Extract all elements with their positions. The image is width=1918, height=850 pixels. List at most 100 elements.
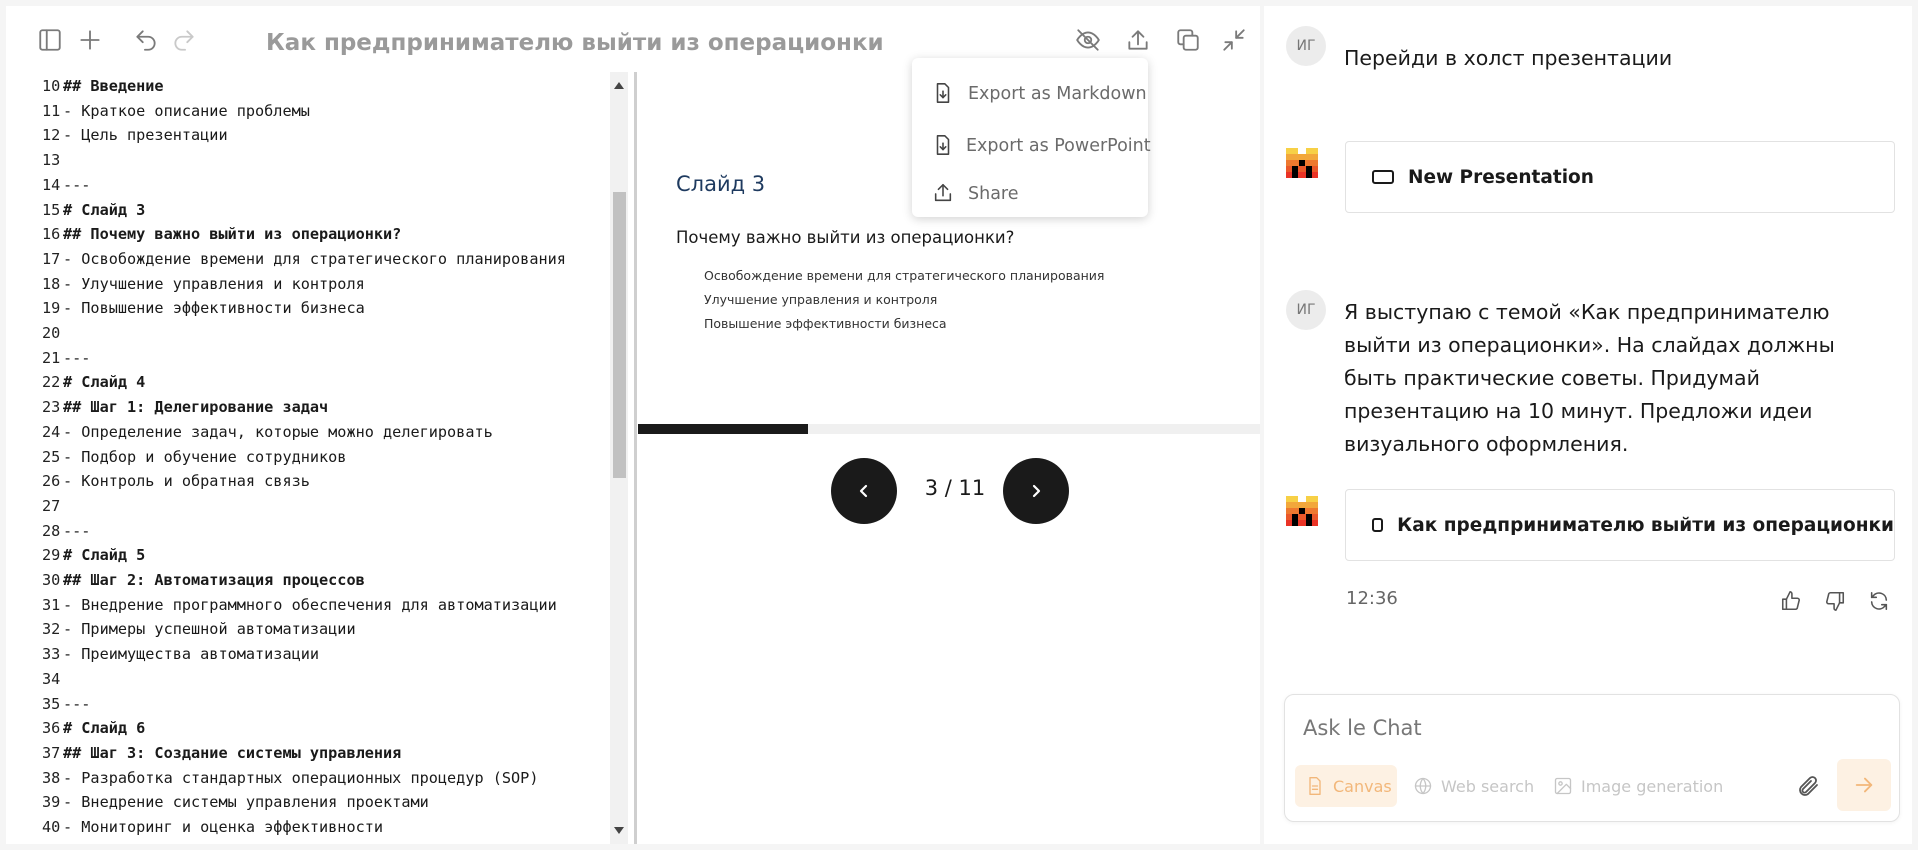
editor-line[interactable]: 14 --- (6, 173, 90, 197)
editor-line[interactable]: 40- Мониторинг и оценка эффективности (6, 815, 383, 839)
globe-icon (1414, 777, 1432, 795)
editor-line[interactable]: 19- Повышение эффективности бизнеса (6, 296, 365, 320)
share-item[interactable]: Share (912, 172, 1148, 216)
editor-scrollbar[interactable] (610, 72, 628, 844)
editor-line[interactable]: 22 # Слайд 4 (6, 370, 145, 394)
canvas-tool-button[interactable]: Canvas (1295, 765, 1397, 807)
line-text: # Слайд 6 (63, 719, 146, 738)
editor-line[interactable]: 25- Подбор и обучение сотрудников (6, 445, 346, 469)
editor-line[interactable]: 13 (6, 148, 63, 172)
canvas-card-presentation[interactable]: Как предпринимателю выйти из операционки (1345, 489, 1895, 561)
editor-line[interactable]: 37 ## Шаг 3: Создание системы управления (6, 741, 401, 765)
line-number: 19 (42, 299, 61, 318)
prev-slide-button[interactable] (831, 458, 897, 524)
copy-icon[interactable] (1172, 24, 1204, 56)
eye-off-icon[interactable] (1072, 24, 1104, 56)
upload-icon[interactable] (1122, 24, 1154, 56)
line-number: 15 (42, 200, 61, 219)
line-text: --- (63, 175, 91, 194)
export-powerpoint-item[interactable]: Export as PowerPoint (912, 124, 1151, 168)
line-number: 38 (42, 768, 61, 787)
editor-line[interactable]: 24- Определение задач, которые можно дел… (6, 420, 493, 444)
editor-line[interactable]: 34 (6, 667, 63, 691)
editor-line[interactable]: 32- Примеры успешной автоматизации (6, 617, 356, 641)
line-text: - Повышение эффективности бизнеса (63, 299, 365, 318)
editor-line[interactable]: 18- Улучшение управления и контроля (6, 272, 365, 296)
line-text: # Слайд 5 (63, 546, 146, 565)
editor-line[interactable]: 21 --- (6, 346, 90, 370)
regenerate-icon[interactable] (1864, 586, 1894, 616)
editor-line[interactable]: 33- Преимущества автоматизации (6, 642, 319, 666)
next-slide-button[interactable] (1003, 458, 1069, 524)
editor-line[interactable]: 17- Освобождение времени для стратегичес… (6, 247, 566, 271)
panel-divider[interactable] (634, 72, 637, 844)
line-text: --- (63, 521, 91, 540)
slide-counter: 3 / 11 (924, 476, 986, 500)
editor-line[interactable]: 23 ## Шаг 1: Делегирование задач (6, 395, 328, 419)
editor-line[interactable]: 20 (6, 321, 63, 345)
line-number: 32 (42, 620, 61, 639)
user-avatar: ИГ (1286, 26, 1326, 66)
line-number: 21 (42, 348, 61, 367)
canvas-icon (1372, 518, 1384, 532)
message-timestamp: 12:36 (1346, 588, 1398, 609)
minimize-icon[interactable] (1218, 24, 1250, 56)
editor-line[interactable]: 15 # Слайд 3 (6, 198, 145, 222)
editor-line[interactable]: 41 (6, 840, 63, 844)
editor-line[interactable]: 27 (6, 494, 63, 518)
line-text: - Внедрение программного обеспечения для… (63, 595, 557, 614)
web-search-button[interactable]: Web search (1413, 765, 1534, 807)
line-text: - Освобождение времени для стратегическо… (63, 249, 566, 268)
image-generation-button[interactable]: Image generation (1553, 765, 1723, 807)
editor-line[interactable]: 39- Внедрение системы управления проекта… (6, 790, 429, 814)
undo-icon[interactable] (130, 24, 162, 56)
line-number: 24 (42, 422, 61, 441)
arrow-right-icon (1855, 777, 1873, 793)
line-number: 14 (42, 175, 61, 194)
scroll-up-arrow[interactable] (614, 82, 624, 89)
plus-icon[interactable] (74, 24, 106, 56)
editor-line[interactable]: 12- Цель презентации (6, 123, 228, 147)
editor-line[interactable]: 30 ## Шаг 2: Автоматизация процессов (6, 568, 365, 592)
line-number: 18 (42, 274, 61, 293)
line-number: 11 (42, 101, 61, 120)
editor-line[interactable]: 36 # Слайд 6 (6, 716, 145, 740)
line-text: - Цель презентации (63, 126, 228, 145)
line-number: 10 (42, 77, 61, 95)
canvas-panel: Как предпринимателю выйти из операционки… (6, 6, 1260, 844)
canvas-card-new-presentation[interactable]: New Presentation (1345, 141, 1895, 213)
send-button[interactable] (1837, 759, 1891, 811)
editor-line[interactable]: 28 --- (6, 519, 90, 543)
user-avatar: ИГ (1286, 290, 1326, 330)
mistral-logo-icon (1286, 148, 1318, 178)
chat-input[interactable] (1303, 713, 1863, 743)
scrollbar-thumb[interactable] (613, 192, 626, 478)
app-window: Как предпринимателю выйти из операционки… (6, 6, 1912, 844)
line-number: 33 (42, 645, 61, 664)
editor-line[interactable]: 26- Контроль и обратная связь (6, 469, 310, 493)
line-number: 13 (42, 151, 61, 170)
line-number: 41 (6, 840, 63, 844)
line-number: 12 (42, 126, 61, 145)
line-number: 36 (42, 719, 61, 738)
editor-line[interactable]: 38- Разработка стандартных операционных … (6, 766, 538, 790)
editor-line[interactable]: 10 ## Введение (6, 74, 164, 98)
editor-line[interactable]: 16 ## Почему важно выйти из операционки? (6, 222, 401, 246)
thumbs-up-icon[interactable] (1776, 586, 1806, 616)
scroll-down-arrow[interactable] (614, 827, 624, 834)
editor-line[interactable]: 35 --- (6, 692, 90, 716)
share-icon (932, 182, 956, 206)
editor-line[interactable]: 29 # Слайд 5 (6, 543, 145, 567)
markdown-editor[interactable]: 10 ## Введение 11- Краткое описание пробле… (6, 72, 626, 844)
line-number: 37 (42, 743, 61, 762)
thumbs-down-icon[interactable] (1820, 586, 1850, 616)
redo-icon[interactable] (168, 24, 200, 56)
editor-line[interactable]: 31- Внедрение программного обеспечения д… (6, 593, 557, 617)
line-text: - Подбор и обучение сотрудников (63, 447, 347, 466)
line-text: # Слайд 4 (63, 373, 146, 392)
export-markdown-item[interactable]: Export as Markdown (912, 72, 1148, 116)
slide-bullet: Повышение эффективности бизнеса (704, 316, 947, 331)
sidebar-toggle-icon[interactable] (34, 24, 66, 56)
editor-line[interactable]: 11- Краткое описание проблемы (6, 99, 310, 123)
paperclip-icon[interactable] (1793, 771, 1823, 801)
